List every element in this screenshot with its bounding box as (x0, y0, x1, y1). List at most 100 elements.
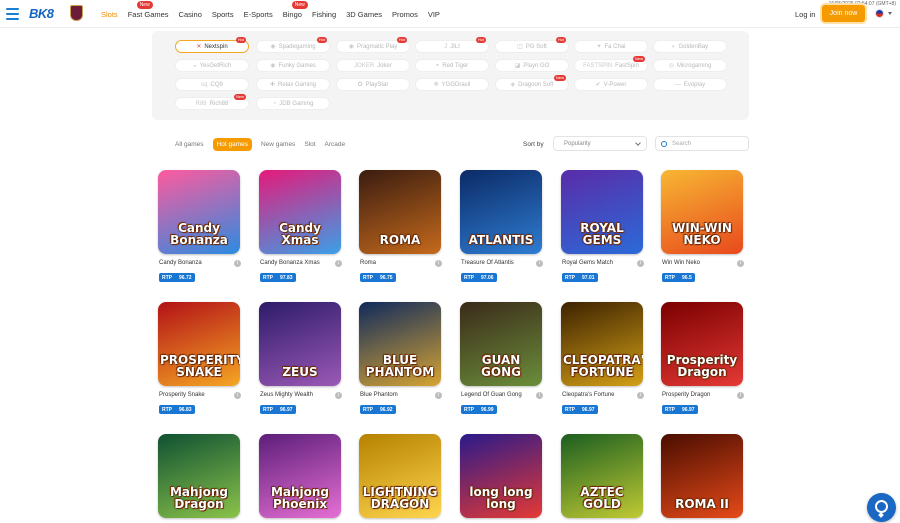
provider-jdb-gaming[interactable]: ◔ JDB Gaming (256, 97, 330, 110)
provider-spadegaming[interactable]: ◉ Spadegaming Hot (256, 37, 330, 53)
provider-nextspin[interactable]: ✕ Nextspin Hot (175, 37, 249, 53)
provider-label: GoldenBay (678, 43, 709, 50)
provider-dragoon-soft[interactable]: ◈ Dragoon Soft New (495, 75, 569, 91)
game-thumbnail[interactable]: ROMA (359, 170, 441, 254)
sort-select[interactable]: Popularity (553, 136, 647, 151)
nav-item-promos[interactable]: Promos (392, 10, 418, 19)
game-thumbnail[interactable]: WIN-WIN NEKO (661, 170, 743, 254)
provider-red-tiger[interactable]: ◓ Red Tiger (415, 59, 489, 72)
provider-playn-go[interactable]: ◪ Playn GO (495, 59, 569, 72)
game-thumbnail[interactable]: ZEUS (259, 302, 341, 386)
nav-item-fast-games[interactable]: Fast Games New (128, 1, 169, 19)
nav-label: Promos (392, 10, 418, 19)
provider-label: Fa Chai (604, 43, 626, 50)
rtp-label: RTP (162, 274, 172, 281)
rtp-label: RTP (665, 406, 675, 413)
game-thumbnail-title: BLUE PHANTOM (365, 353, 435, 379)
info-icon[interactable]: i (234, 260, 241, 267)
rtp-value: 96.99 (481, 406, 494, 413)
chevron-down-icon[interactable] (888, 12, 892, 15)
provider-badge: Hot (475, 37, 486, 43)
language-flag-icon[interactable] (875, 9, 884, 18)
provider-badge: New (553, 75, 566, 81)
info-icon[interactable]: i (335, 392, 342, 399)
game-thumbnail-title: CLEOPATRA'S FORTUNE (563, 353, 643, 379)
info-icon[interactable]: i (536, 260, 543, 267)
tab-slot[interactable]: Slot (304, 141, 315, 148)
brand-logo[interactable]: BK8 (29, 6, 54, 21)
tab-all-games[interactable]: All games (175, 141, 204, 148)
game-thumbnail[interactable]: long long long (460, 434, 542, 518)
nav-item-fishing[interactable]: Fishing (312, 10, 336, 19)
game-thumbnail[interactable]: GUAN GONG (460, 302, 542, 386)
info-icon[interactable]: i (435, 392, 442, 399)
game-thumbnail[interactable]: CLEOPATRA'S FORTUNE (561, 302, 643, 386)
provider-label: YesGetRich (199, 62, 232, 69)
game-thumbnail[interactable]: PROSPERITY SNAKE (158, 302, 240, 386)
game-thumbnail-title: ATLANTIS (468, 233, 534, 247)
search-input[interactable]: Search (655, 136, 749, 151)
provider-joker[interactable]: JOKER Joker (336, 59, 410, 72)
tab-new-games[interactable]: New games (261, 141, 295, 148)
info-icon[interactable]: i (637, 260, 644, 267)
info-icon[interactable]: i (335, 260, 342, 267)
provider-pragmatic-play[interactable]: ◉ Pragmatic Play Hot (336, 37, 410, 53)
menu-icon[interactable] (6, 8, 19, 20)
main-nav: Slots Fast Games New Casino Sports E-Sports Bi… (101, 1, 450, 19)
club-crest-icon (70, 5, 83, 21)
game-thumbnail[interactable]: AZTEC GOLD (561, 434, 643, 518)
game-thumbnail[interactable]: ATLANTIS (460, 170, 542, 254)
provider-rich88[interactable]: R88 Rich88 New (175, 94, 249, 110)
nav-label: Fishing (311, 10, 337, 19)
tab-arcade[interactable]: Arcade (325, 141, 346, 148)
game-thumbnail[interactable]: ROYAL GEMS (561, 170, 643, 254)
login-button[interactable]: Log in (795, 10, 815, 19)
join-now-button[interactable]: Join now (822, 5, 865, 22)
nav-item-e-sports[interactable]: E-Sports (244, 10, 273, 19)
provider-goldenbay[interactable]: ◐ GoldenBay (653, 40, 727, 53)
provider-funky-games[interactable]: ◉ Funky Games (256, 59, 330, 72)
nav-item-bingo[interactable]: Bingo New (283, 1, 308, 19)
provider-playstar[interactable]: ✪ PlayStar (336, 78, 410, 91)
nav-item-vip[interactable]: VIP (428, 10, 440, 19)
live-chat-button[interactable] (867, 493, 896, 522)
rtp-label: RTP (565, 274, 575, 281)
provider-logo-icon: — (674, 81, 681, 88)
game-thumbnail[interactable]: Prosperity Dragon (661, 302, 743, 386)
game-thumbnail[interactable]: Mahjong Phoenix (259, 434, 341, 518)
provider-yesgetrich[interactable]: ◒ YesGetRich (175, 59, 249, 72)
game-thumbnail[interactable]: Candy Xmas (259, 170, 341, 254)
info-icon[interactable]: i (435, 260, 442, 267)
game-thumbnail[interactable]: ROMA II (661, 434, 743, 518)
info-icon[interactable]: i (536, 392, 543, 399)
nav-item-sports[interactable]: Sports (212, 10, 234, 19)
provider-yggdrasil[interactable]: ❋ YGGDrasil (415, 78, 489, 91)
provider-fastspin[interactable]: FASTSPIN FastSpin New (574, 56, 648, 72)
game-thumbnail[interactable]: Candy Bonanza (158, 170, 240, 254)
nav-item-slots[interactable]: Slots (101, 10, 118, 19)
info-icon[interactable]: i (637, 392, 644, 399)
provider-pg-soft[interactable]: ◫ PG Soft Hot (495, 37, 569, 53)
provider-fa-chai[interactable]: ✦ Fa Chai (574, 40, 648, 53)
nav-item-3d-games[interactable]: 3D Games (346, 10, 382, 19)
nav-item-casino[interactable]: Casino (179, 10, 202, 19)
provider-evoplay[interactable]: — Evoplay (653, 78, 727, 91)
top-navigation-bar: BK8 Slots Fast Games New Casino Sports E-Spor… (0, 0, 900, 28)
provider-logo-icon: ◐ (671, 43, 676, 50)
chevron-down-icon (635, 140, 641, 146)
game-thumbnail[interactable]: Mahjong Dragon (158, 434, 240, 518)
info-icon[interactable]: i (234, 392, 241, 399)
info-icon[interactable]: i (737, 260, 744, 267)
provider-microgaming[interactable]: ◎ Microgaming (653, 59, 727, 72)
provider-jili[interactable]: J JILI Hot (415, 37, 489, 53)
nav-label: Casino (178, 10, 202, 19)
game-thumbnail[interactable]: BLUE PHANTOM (359, 302, 441, 386)
provider-v-power[interactable]: ✔ V-Power (574, 78, 648, 91)
game-name: Roma (360, 260, 377, 266)
info-icon[interactable]: i (737, 392, 744, 399)
provider-cq9[interactable]: cq CQ9 (175, 78, 249, 91)
provider-relax-gaming[interactable]: ✚ Relax Gaming (256, 78, 330, 91)
provider-logo-icon: ◓ (435, 62, 440, 69)
game-thumbnail[interactable]: LIGHTNING DRAGON (359, 434, 441, 518)
tab-hot-games[interactable]: Hot games (212, 138, 252, 151)
